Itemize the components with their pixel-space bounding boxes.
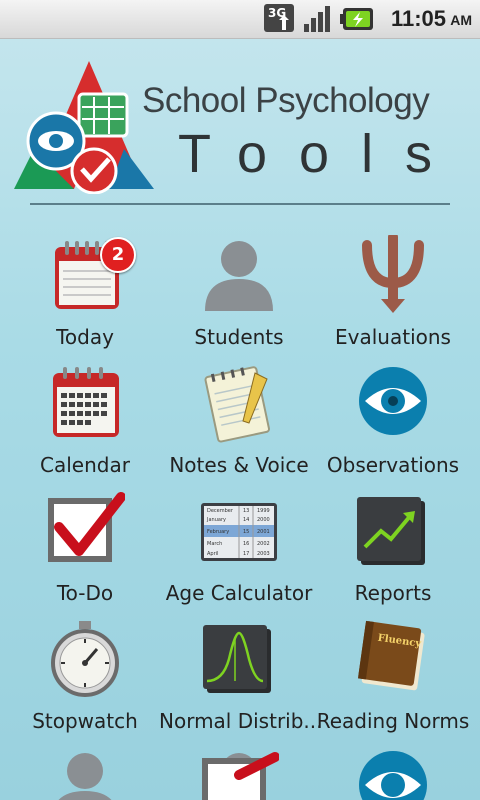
svg-text:14: 14: [243, 517, 249, 523]
fluency-book-icon: Fluency: [357, 620, 425, 691]
stopwatch-icon: [51, 621, 119, 697]
grid-item-label: Reports: [354, 581, 432, 605]
person-silhouette-icon: [58, 753, 112, 800]
svg-text:13: 13: [243, 508, 249, 514]
person-silhouette-icon: [205, 241, 273, 311]
svg-text:2001: 2001: [257, 529, 270, 535]
grid-item-evaluations[interactable]: Evaluations: [313, 235, 473, 363]
svg-text:2003: 2003: [257, 551, 270, 557]
grid-item-age-calculator[interactable]: December 13 1999 January 14 2000 February 15 2…: [159, 491, 319, 619]
psi-icon: [362, 235, 424, 313]
clock-ampm: AM: [450, 12, 472, 28]
svg-text:15: 15: [243, 529, 249, 535]
grid-item-label: Students: [194, 325, 284, 349]
notification-badge: 2: [100, 237, 136, 273]
grid-item-observations[interactable]: Observations: [313, 363, 473, 491]
svg-text:16: 16: [243, 541, 249, 547]
grid-item-reading-norms[interactable]: Fluency Reading Norms: [313, 619, 473, 747]
svg-text:17: 17: [243, 551, 249, 557]
grid-item-label: Stopwatch: [32, 709, 138, 733]
grid-item-calendar[interactable]: Calendar: [5, 363, 165, 491]
calendar-month-icon: [53, 367, 119, 437]
svg-text:April: April: [207, 551, 218, 557]
svg-text:1999: 1999: [257, 508, 270, 514]
eye-icon: [359, 367, 427, 435]
grid-item-label: Notes & Voice: [169, 453, 309, 477]
chart-up-icon: [357, 497, 425, 565]
grid-item-label: Normal Distrib...: [159, 709, 323, 733]
svg-text:December: December: [207, 508, 234, 514]
grid-item-students[interactable]: Students: [159, 235, 319, 363]
notepad-icon: [204, 366, 270, 443]
svg-text:January: January: [206, 517, 226, 523]
grid-item-label: Age Calculator: [165, 581, 313, 605]
eye-icon: [359, 751, 427, 800]
grid-item-label: Calendar: [40, 453, 130, 477]
app-logo-icon: [14, 61, 154, 194]
network-3g-icon: 3G: [264, 4, 294, 32]
grid-item-stopwatch[interactable]: Stopwatch: [5, 619, 165, 747]
battery-charging-icon: [340, 8, 373, 30]
status-bar: 3G 11:05 AM: [0, 0, 480, 39]
app-subtitle: Tools: [178, 124, 465, 184]
home-screen: School Psychology Tools Today 2 Students…: [0, 39, 480, 800]
clock-time: 11:05: [390, 6, 446, 31]
grid-item-label: Evaluations: [335, 325, 451, 349]
svg-text:2000: 2000: [257, 517, 270, 523]
checkbox-icon: [48, 492, 125, 562]
grid-item-label: Reading Norms: [316, 709, 470, 733]
app-title: School Psychology: [142, 81, 430, 120]
signal-strength-icon: [304, 6, 330, 32]
grid-item-reports[interactable]: Reports: [313, 491, 473, 619]
grid-item-label: Observations: [326, 453, 460, 477]
svg-text:2002: 2002: [257, 541, 270, 547]
grid-item-normal-distribution[interactable]: Normal Distrib...: [159, 619, 323, 747]
checkbox-icon: [202, 752, 279, 800]
grid-item-notes-voice[interactable]: Notes & Voice: [159, 363, 319, 491]
date-picker-icon: December 13 1999 January 14 2000 February 15 2…: [201, 503, 277, 561]
grid-item-label: Today: [56, 325, 114, 349]
grid-item-to-do[interactable]: To-Do: [5, 491, 165, 619]
svg-text:February: February: [207, 529, 229, 535]
header-divider: [30, 203, 450, 205]
grid-item-today[interactable]: Today: [5, 235, 165, 363]
bell-curve-icon: [203, 625, 271, 693]
svg-text:March: March: [207, 541, 222, 547]
grid-item-label: To-Do: [56, 581, 114, 605]
